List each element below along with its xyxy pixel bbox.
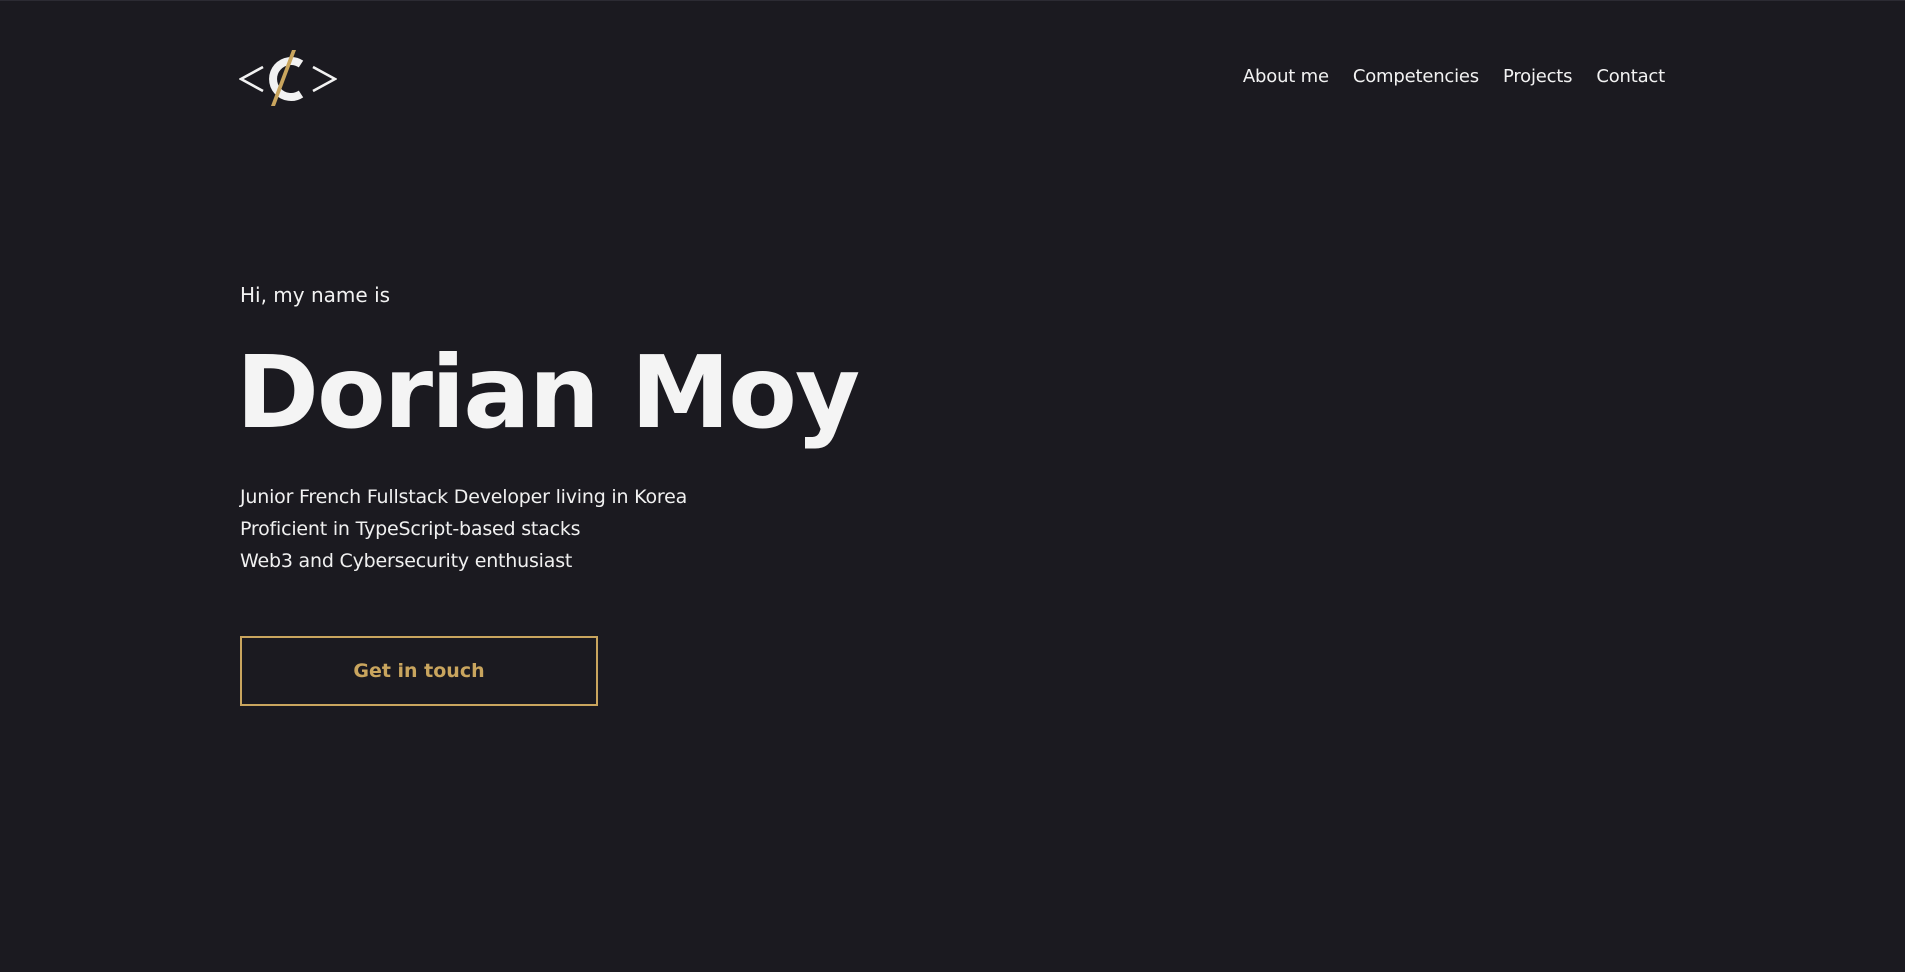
- hero-section: Hi, my name is Dorian Moy Junior French …: [236, 283, 860, 577]
- nav-competencies[interactable]: Competencies: [1353, 66, 1479, 87]
- nav-about-me[interactable]: About me: [1243, 66, 1329, 87]
- site-logo[interactable]: [238, 49, 338, 109]
- hero-bio: Junior French Fullstack Developer living…: [240, 481, 858, 577]
- get-in-touch-button[interactable]: Get in touch: [240, 636, 598, 706]
- nav-projects[interactable]: Projects: [1503, 66, 1573, 87]
- logo-icon: [238, 50, 338, 106]
- nav-contact[interactable]: Contact: [1596, 66, 1665, 87]
- hero-name: Dorian Moy: [236, 334, 860, 451]
- bio-line: Junior French Fullstack Developer living…: [240, 486, 688, 508]
- bio-line: Proficient in TypeScript-based stacks: [240, 518, 581, 540]
- main-nav: About me Competencies Projects Contact: [1243, 66, 1665, 87]
- top-border: [0, 0, 1905, 1]
- hero-greeting: Hi, my name is: [240, 283, 391, 307]
- bio-line: Web3 and Cybersecurity enthusiast: [240, 550, 573, 572]
